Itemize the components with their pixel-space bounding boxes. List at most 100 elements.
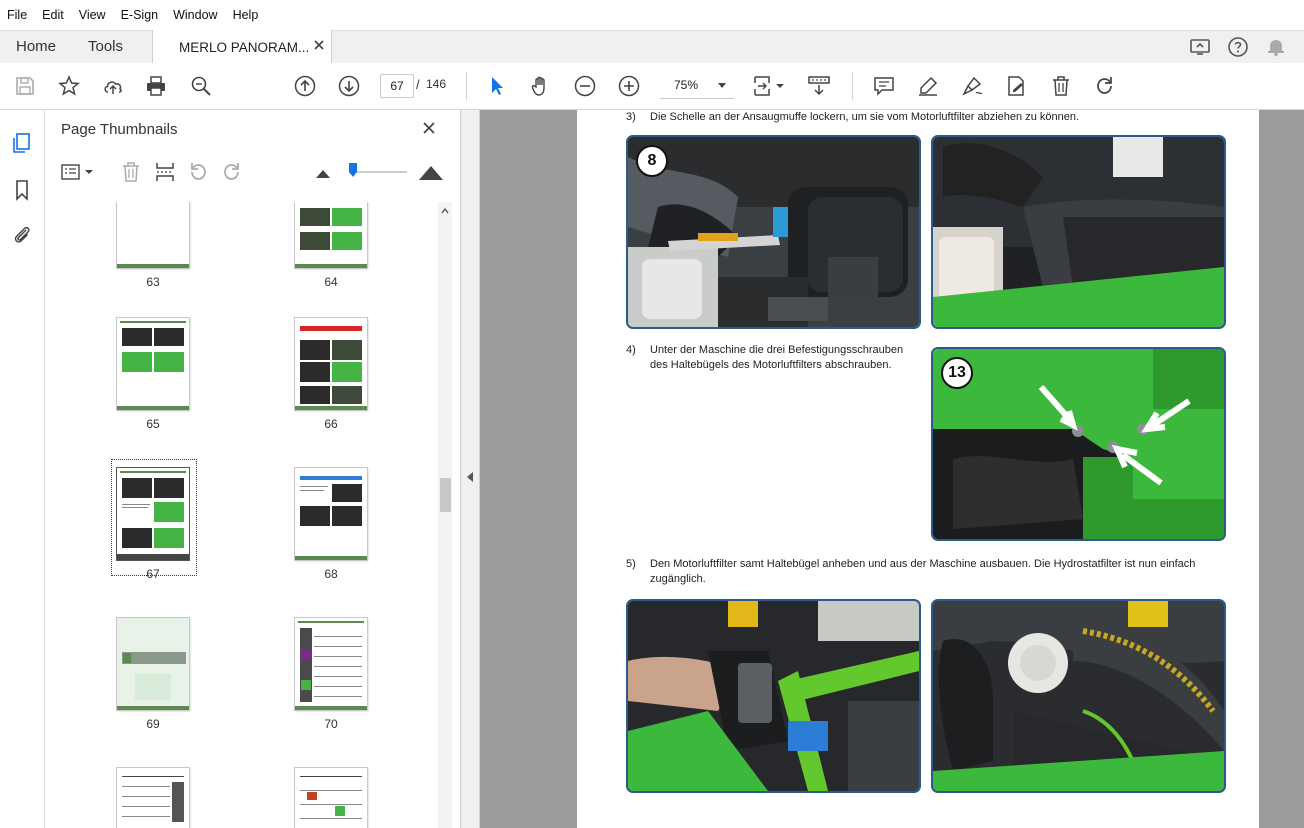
rotate-counterclockwise-icon[interactable] <box>186 160 210 184</box>
thumbnail-page-64[interactable] <box>295 202 367 268</box>
thumbnail-label: 67 <box>146 567 160 581</box>
bookmarks-icon[interactable] <box>11 179 33 201</box>
insert-page-icon[interactable] <box>153 160 177 184</box>
photo-clamp-loosening: 8 <box>626 135 921 329</box>
toolbar-divider <box>852 72 853 100</box>
zoom-out-icon[interactable] <box>573 74 597 98</box>
thumbnail-label: 63 <box>146 275 160 289</box>
step-text-line-2: zugänglich. <box>650 573 706 585</box>
thumbnail-page-68[interactable] <box>295 468 367 560</box>
scrolling-mode-icon[interactable] <box>806 74 830 98</box>
thumbnail-page-72[interactable] <box>295 768 367 828</box>
photo-hose-removal <box>931 135 1226 329</box>
step-number: 3) <box>626 111 636 123</box>
thumbnail-label: 68 <box>324 567 338 581</box>
close-tab-icon[interactable] <box>313 39 325 51</box>
thumbnail-page-71[interactable] <box>117 768 189 828</box>
pdf-page: 3) Die Schelle an der Ansaugmuffe locker… <box>577 110 1259 828</box>
thumbnail-options-icon[interactable] <box>59 160 93 184</box>
close-panel-icon[interactable] <box>422 121 436 135</box>
zoom-in-icon[interactable] <box>617 74 641 98</box>
photo-filter-lifting <box>626 599 921 793</box>
thumbnail-page-65[interactable] <box>117 318 189 410</box>
hand-tool-icon[interactable] <box>529 74 553 98</box>
thumbnail-page-67[interactable] <box>117 468 189 560</box>
step-text: Die Schelle an der Ansaugmuffe lockern, … <box>650 111 1080 123</box>
step-number: 5) <box>626 558 636 570</box>
step-number: 4) <box>626 344 636 356</box>
current-page-input[interactable]: 67 <box>380 74 414 98</box>
thumbnail-page-63[interactable] <box>117 202 189 268</box>
step-text-line-2: des Haltebügels des Motorluftfilters abs… <box>650 359 892 371</box>
menu-esign[interactable]: E-Sign <box>114 0 167 30</box>
thumbnail-page-70[interactable] <box>295 618 367 710</box>
thumbnail-page-69[interactable] <box>117 618 189 710</box>
thumbnail-label: 64 <box>324 275 338 289</box>
page-thumbnails-panel: Page Thumbnails 63 64 65 66 67 68 69 70 <box>45 110 461 828</box>
fit-page-icon[interactable] <box>752 74 784 98</box>
upload-cloud-icon[interactable] <box>101 74 125 98</box>
notifications-bell-icon[interactable] <box>1264 35 1288 59</box>
chevron-down-icon <box>718 83 726 88</box>
next-page-icon[interactable] <box>337 74 361 98</box>
panel-collapse-splitter[interactable] <box>461 110 480 828</box>
step-text: Unter der Maschine die drei Befestigungs… <box>650 344 904 356</box>
page-thumbnails-icon[interactable] <box>11 132 33 154</box>
rotate-clockwise-icon[interactable] <box>220 160 244 184</box>
help-icon[interactable] <box>1226 35 1250 59</box>
menu-file[interactable]: File <box>0 0 35 30</box>
larger-thumbnails-icon[interactable] <box>417 160 443 184</box>
photo-badge: 8 <box>636 145 668 177</box>
document-view[interactable]: 3) Die Schelle an der Ansaugmuffe locker… <box>480 110 1304 828</box>
step-text: Den Motorluftfilter samt Haltebügel anhe… <box>650 558 1196 570</box>
thumbnail-scrollbar[interactable] <box>438 202 452 828</box>
smaller-thumbnails-icon[interactable] <box>311 160 335 184</box>
share-screen-icon[interactable] <box>1188 35 1212 59</box>
thumbnail-page-66[interactable] <box>295 318 367 410</box>
edit-pdf-icon[interactable] <box>1004 74 1028 98</box>
tab-document[interactable]: MERLO PANORAM... <box>152 30 332 64</box>
search-zoom-icon[interactable] <box>189 74 213 98</box>
tab-home[interactable]: Home <box>16 31 56 63</box>
rotate-icon[interactable] <box>1093 74 1117 98</box>
total-pages: 146 <box>426 77 447 91</box>
photo-bracket-screws: 13 <box>931 347 1226 541</box>
menu-bar: File Edit View E-Sign Window Help <box>0 0 1304 30</box>
select-cursor-icon[interactable] <box>485 74 509 98</box>
thumbnail-size-slider-handle[interactable] <box>349 163 357 177</box>
tab-bar: Home Tools MERLO PANORAM... <box>0 30 1304 64</box>
photo-hydrostatic-filter <box>931 599 1226 793</box>
previous-page-icon[interactable] <box>293 74 317 98</box>
save-icon[interactable] <box>13 74 37 98</box>
sign-pen-icon[interactable] <box>960 74 984 98</box>
navigation-rail <box>0 110 45 828</box>
menu-edit[interactable]: Edit <box>35 0 72 30</box>
print-icon[interactable] <box>144 74 168 98</box>
attachments-paperclip-icon[interactable] <box>11 224 33 246</box>
thumbnail-toolbar <box>45 154 460 190</box>
thumbnail-list: 63 64 65 66 67 68 69 70 <box>60 202 437 828</box>
comment-icon[interactable] <box>872 74 896 98</box>
scroll-up-icon[interactable] <box>441 208 449 214</box>
thumbnail-size-slider-track[interactable] <box>349 171 407 173</box>
menu-window[interactable]: Window <box>166 0 225 30</box>
thumbnail-label: 70 <box>324 717 338 731</box>
zoom-level-dropdown[interactable]: 75% <box>660 72 734 99</box>
thumbnail-label: 65 <box>146 417 160 431</box>
tab-document-title: MERLO PANORAM... <box>179 39 310 55</box>
thumbnail-label: 69 <box>146 717 160 731</box>
tab-tools[interactable]: Tools <box>88 31 123 63</box>
delete-page-icon[interactable] <box>119 160 143 184</box>
photo-badge: 13 <box>941 357 973 389</box>
thumbnail-label: 66 <box>324 417 338 431</box>
menu-help[interactable]: Help <box>226 0 267 30</box>
panel-title: Page Thumbnails <box>61 121 178 138</box>
menu-view[interactable]: View <box>72 0 114 30</box>
highlight-pen-icon[interactable] <box>916 74 940 98</box>
page-separator: / <box>416 77 420 92</box>
bookmark-star-icon[interactable] <box>57 74 81 98</box>
collapse-arrow-icon[interactable] <box>467 472 473 482</box>
delete-trash-icon[interactable] <box>1049 74 1073 98</box>
zoom-level-value: 75% <box>674 78 699 92</box>
scrollbar-thumb[interactable] <box>440 478 451 512</box>
